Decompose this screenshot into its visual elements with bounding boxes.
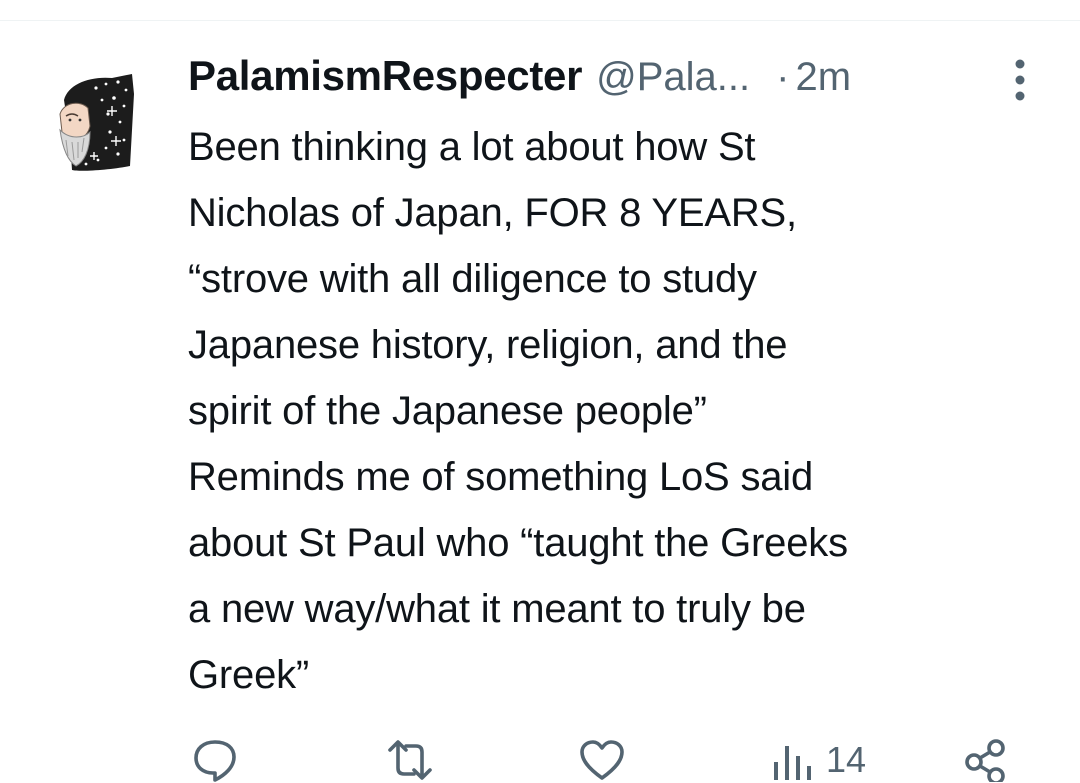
repost-arrows-icon xyxy=(388,740,432,780)
share-button[interactable] xyxy=(962,738,1010,782)
tweet-header: PalamismRespecter @Pala... · 2m xyxy=(188,52,1038,108)
tweet-text: Been thinking a lot about how St Nichola… xyxy=(188,125,848,697)
repost-button[interactable] xyxy=(384,738,436,782)
author-display-name[interactable]: PalamismRespecter xyxy=(188,52,582,100)
views-count: 14 xyxy=(826,739,867,780)
share-nodes-icon xyxy=(965,739,1005,782)
author-avatar[interactable] xyxy=(50,70,138,174)
heart-icon xyxy=(580,740,624,780)
separator-dot: · xyxy=(776,55,790,99)
speech-bubble-icon xyxy=(194,740,236,782)
top-divider xyxy=(0,20,1080,21)
author-handle[interactable]: @Pala... xyxy=(596,55,750,100)
reply-button[interactable] xyxy=(192,738,238,782)
vertical-dots-icon xyxy=(1015,59,1025,101)
like-button[interactable] xyxy=(578,738,626,782)
tweet-timestamp[interactable]: 2m xyxy=(795,55,851,100)
views-button[interactable]: 14 xyxy=(770,738,866,782)
more-options-button[interactable] xyxy=(1008,58,1032,102)
byzantine-icon-avatar xyxy=(59,74,134,171)
bar-chart-icon xyxy=(774,746,811,780)
tweet-body: PalamismRespecter @Pala... · 2m Been thi… xyxy=(188,52,1038,708)
